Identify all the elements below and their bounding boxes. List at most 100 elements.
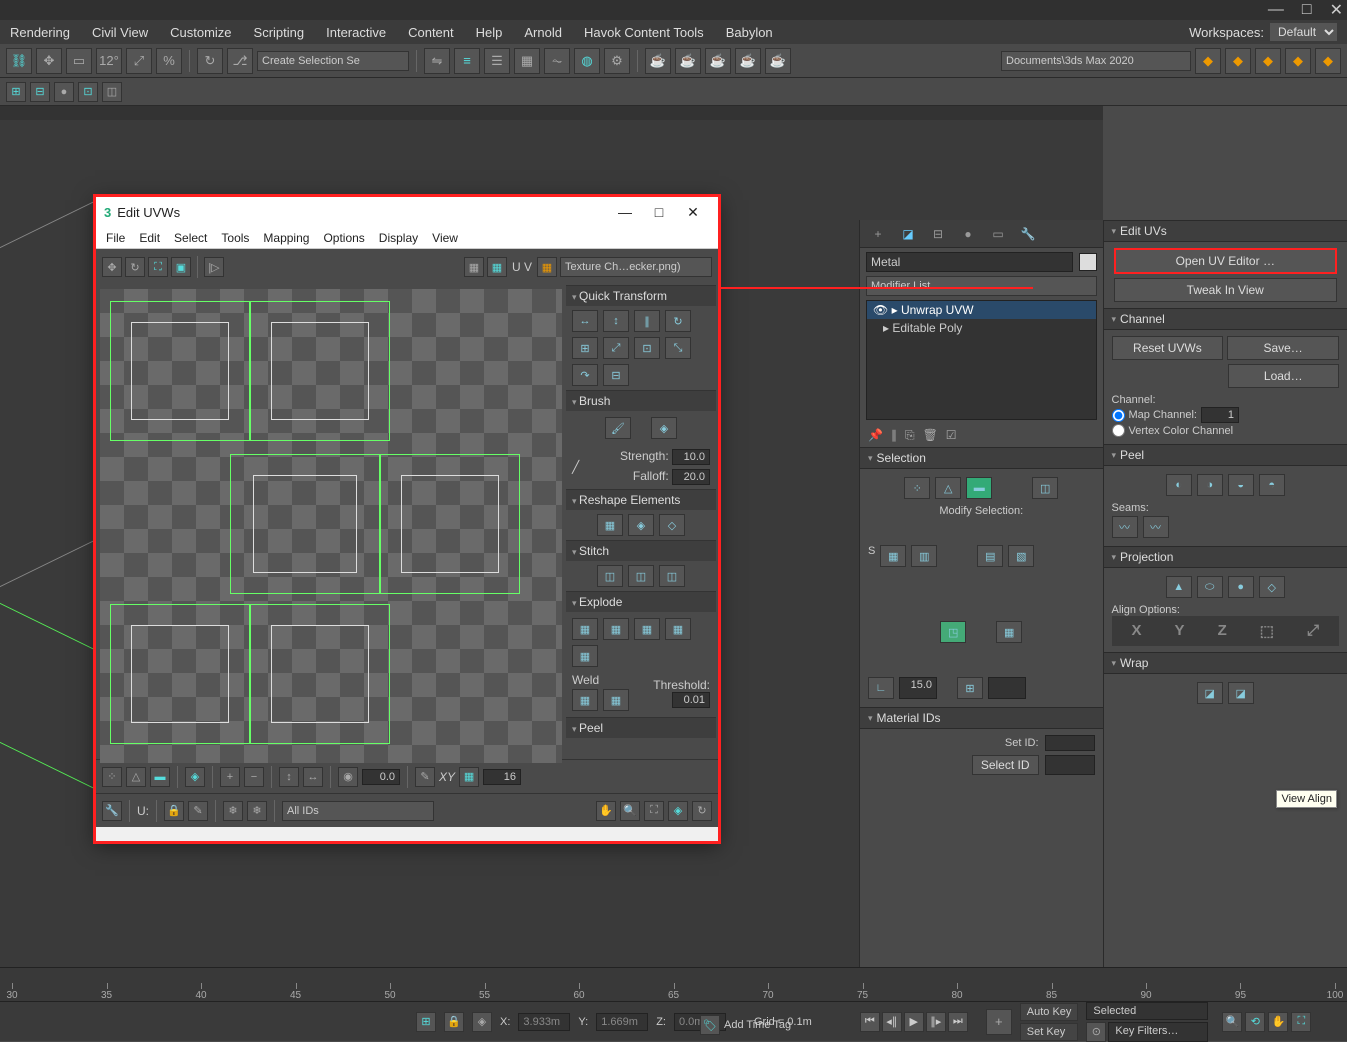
brush-falloff[interactable]: 20.0 [672,469,710,485]
setkey-button[interactable]: Set Key [1020,1023,1079,1041]
stack-editable-poly[interactable]: ▸ Editable Poly [867,319,1096,337]
uvw-close-icon[interactable]: ✕ [676,204,710,221]
matid-spin[interactable] [988,677,1026,699]
f2-pan-icon[interactable]: ✋ [596,801,616,821]
f1-grid-icon[interactable]: ▦ [459,767,479,787]
sel-vertex-icon[interactable]: ⁘ [904,477,930,499]
nav-pan-icon[interactable]: ✋ [1268,1012,1288,1032]
brush-paint-icon[interactable]: 🖌 [605,417,631,439]
qt3-icon[interactable]: ∥ [634,310,660,332]
tab-create-icon[interactable]: + [868,224,888,244]
qt1-icon[interactable]: ↔ [572,310,598,332]
layers-icon[interactable]: ☰ [484,48,510,74]
uvw-menu-select[interactable]: Select [174,231,207,245]
modifier-stack[interactable]: 👁 ▸ Unwrap UVW ▸ Editable Poly [866,300,1097,420]
stack-unwrap-uvw[interactable]: 👁 ▸ Unwrap UVW [867,301,1096,319]
uvw-menu-display[interactable]: Display [379,231,418,245]
selection-set-combo[interactable] [257,51,409,71]
selectid-spinner[interactable] [1045,755,1095,775]
exp3-icon[interactable]: ▦ [634,618,660,640]
dock2-icon[interactable]: ⊟ [30,82,50,102]
weld-threshold[interactable]: 0.01 [672,692,710,708]
render-setup-icon[interactable]: ⚙ [604,48,630,74]
uvw-menu-mapping[interactable]: Mapping [263,231,309,245]
select-icon[interactable]: ▭ [66,48,92,74]
tab-motion-icon[interactable]: ● [958,224,978,244]
script1-icon[interactable]: ◆ [1195,48,1221,74]
move-icon[interactable]: ✥ [36,48,62,74]
peel1-icon[interactable]: ◐ [1166,474,1192,496]
seam1-icon[interactable]: 〰 [1112,516,1138,538]
qt10-icon[interactable]: ⊟ [603,364,629,386]
menu-content[interactable]: Content [408,25,454,40]
f1-element-icon[interactable]: ◈ [185,767,205,787]
autokey-button[interactable]: Auto Key [1020,1003,1079,1021]
teapot1-icon[interactable]: ☕ [645,48,671,74]
loop-icon[interactable]: ▧ [1008,545,1034,567]
map-channel-radio[interactable]: Map Channel: 1 [1112,407,1340,423]
peel3-icon[interactable]: ◒ [1228,474,1254,496]
y-value[interactable]: 1.669m [596,1013,648,1031]
exp4-icon[interactable]: ▦ [665,618,691,640]
uvw-mirror-icon[interactable]: |▷ [204,257,224,277]
object-color-swatch[interactable] [1079,253,1097,271]
reshape2-icon[interactable]: ◈ [628,514,654,536]
dock1-icon[interactable]: ⊞ [6,82,26,102]
window-max-icon[interactable]: □ [1302,1,1312,19]
menu-customize[interactable]: Customize [170,25,231,40]
uvw-check1-icon[interactable]: ▦ [464,257,484,277]
next-frame-icon[interactable]: ∥▸ [926,1012,946,1032]
align-y-button[interactable]: Y [1175,622,1185,640]
reshape3-icon[interactable]: ◇ [659,514,685,536]
f2-options-icon[interactable]: 🔧 [102,801,122,821]
uv-roll-brush-head[interactable]: Brush [566,391,716,411]
uvw-scale-icon[interactable]: ⛶ [148,257,168,277]
configure-icon[interactable]: ☑ [946,428,957,443]
uv-roll-peel-head[interactable]: Peel [566,718,716,738]
brush-curve-icon[interactable]: ╱ [572,460,579,474]
exp1-icon[interactable]: ▦ [572,618,598,640]
weld1-icon[interactable]: ▦ [572,689,598,711]
matid-icon[interactable]: ⊞ [957,677,983,699]
uv-roll-reshape-head[interactable]: Reshape Elements [566,490,716,510]
f2-snap-icon[interactable]: ❄ [223,801,243,821]
reshape1-icon[interactable]: ▦ [597,514,623,536]
brush-relax-icon[interactable]: ◈ [651,417,677,439]
wrap2-icon[interactable]: ◪ [1228,682,1254,704]
exp5-icon[interactable]: ▦ [572,645,598,667]
f1-grow-icon[interactable]: + [220,767,240,787]
workspaces-select[interactable]: Default [1270,23,1337,41]
planar2-icon[interactable]: ▦ [996,621,1022,643]
keyfilters-button[interactable]: Key Filters… [1108,1022,1208,1042]
play-icon[interactable]: ▶ [904,1012,924,1032]
menu-interactive[interactable]: Interactive [326,25,386,40]
proj-planar-icon[interactable]: ▲ [1166,576,1192,598]
percent-icon[interactable]: % [156,48,182,74]
sel-face-icon[interactable]: ▬ [966,477,992,499]
qt9-icon[interactable]: ↷ [572,364,598,386]
qt8-icon[interactable]: ⤡ [665,337,691,359]
menu-arnold[interactable]: Arnold [524,25,562,40]
proj-box-icon[interactable]: ◇ [1259,576,1285,598]
nav-zoom-icon[interactable]: 🔍 [1222,1012,1242,1032]
align-normal-icon[interactable]: ⤢ [1307,622,1319,640]
tab-hierarchy-icon[interactable]: ⊟ [928,224,948,244]
vertex-color-radio[interactable]: Vertex Color Channel [1112,424,1340,437]
exp2-icon[interactable]: ▦ [603,618,629,640]
uvw-menu-file[interactable]: File [106,231,125,245]
uvw-menu-tools[interactable]: Tools [221,231,249,245]
add-time-tag[interactable]: 🏷 Add Time Tag [700,1015,791,1035]
rollout-projection-head[interactable]: Projection [1104,546,1347,568]
stitch2-icon[interactable]: ◫ [628,565,654,587]
goto-end-icon[interactable]: ⏭ [948,1012,968,1032]
menu-help[interactable]: Help [476,25,503,40]
nav-max-icon[interactable]: ⛶ [1291,1012,1311,1032]
goto-start-icon[interactable]: ⏮ [860,1012,880,1032]
mirror-icon[interactable]: ⇋ [424,48,450,74]
tab-display-icon[interactable]: ▭ [988,224,1008,244]
uvw-menu-edit[interactable]: Edit [139,231,160,245]
anchor-icon[interactable]: ⎇ [227,48,253,74]
f1-shrink-icon[interactable]: − [244,767,264,787]
teapot3-icon[interactable]: ☕ [705,48,731,74]
pin-icon[interactable]: 📌 [868,428,883,443]
